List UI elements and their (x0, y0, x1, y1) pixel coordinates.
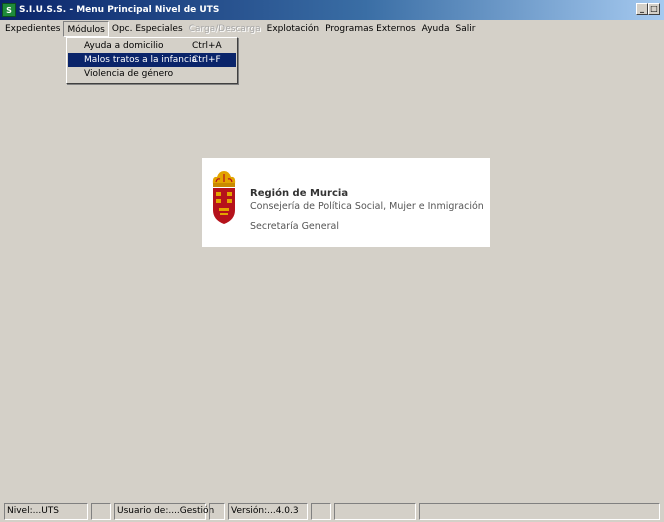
dropdown-item-violencia-genero[interactable]: Violencia de género (68, 67, 236, 81)
status-panel-empty-2 (209, 503, 225, 520)
menu-programas-externos[interactable]: Programas Externos (322, 21, 419, 37)
window-controls: _ □ (636, 3, 660, 15)
menu-modulos[interactable]: Módulos (63, 21, 109, 37)
modulos-dropdown: Ayuda a domicilio Ctrl+A Malos tratos a … (66, 37, 238, 84)
status-panel-nivel: Nivel:...UTS (4, 503, 88, 520)
menu-ayuda[interactable]: Ayuda (419, 21, 453, 37)
app-icon: S (2, 3, 16, 17)
status-panel-empty-5 (419, 503, 660, 520)
org-department: Consejería de Política Social, Mujer e I… (250, 201, 484, 212)
menu-opc-especiales[interactable]: Opc. Especiales (109, 21, 186, 37)
status-panel-empty-3 (311, 503, 331, 520)
status-panel-empty-1 (91, 503, 111, 520)
menu-bar: Expedientes Módulos Opc. Especiales Carg… (0, 20, 664, 38)
menu-explotacion[interactable]: Explotación (264, 21, 322, 37)
menu-salir[interactable]: Salir (452, 21, 478, 37)
dropdown-item-label: Ayuda a domicilio (84, 41, 164, 51)
dropdown-item-shortcut: Ctrl+F (192, 55, 221, 65)
org-secretaria: Secretaría General (250, 221, 340, 232)
dropdown-item-malos-tratos[interactable]: Malos tratos a la infancia Ctrl+F (68, 53, 236, 67)
menu-expedientes[interactable]: Expedientes (2, 21, 63, 37)
region-crest-icon (212, 171, 236, 224)
dropdown-item-shortcut: Ctrl+A (192, 41, 222, 51)
menu-carga-descarga: Carga/Descarga (188, 24, 261, 34)
dropdown-item-ayuda-domicilio[interactable]: Ayuda a domicilio Ctrl+A (68, 39, 236, 53)
logo-card: Región de Murcia Consejería de Política … (202, 158, 490, 247)
org-name: Región de Murcia (250, 188, 349, 199)
dropdown-item-label: Malos tratos a la infancia (84, 55, 197, 65)
status-panel-empty-4 (334, 503, 416, 520)
status-panel-version: Versión:...4.0.3 (228, 503, 308, 520)
maximize-button[interactable]: □ (648, 3, 660, 15)
status-panel-usuario: Usuario de:....Gestión (114, 503, 214, 520)
window-title: S.I.U.S.S. - Menu Principal Nivel de UTS (19, 5, 220, 15)
dropdown-item-label: Violencia de género (84, 69, 174, 79)
status-bar: Nivel:...UTS Usuario de:....Gestión Vers… (0, 500, 664, 522)
title-bar: S S.I.U.S.S. - Menu Principal Nivel de U… (0, 0, 664, 20)
minimize-button[interactable]: _ (636, 3, 648, 15)
